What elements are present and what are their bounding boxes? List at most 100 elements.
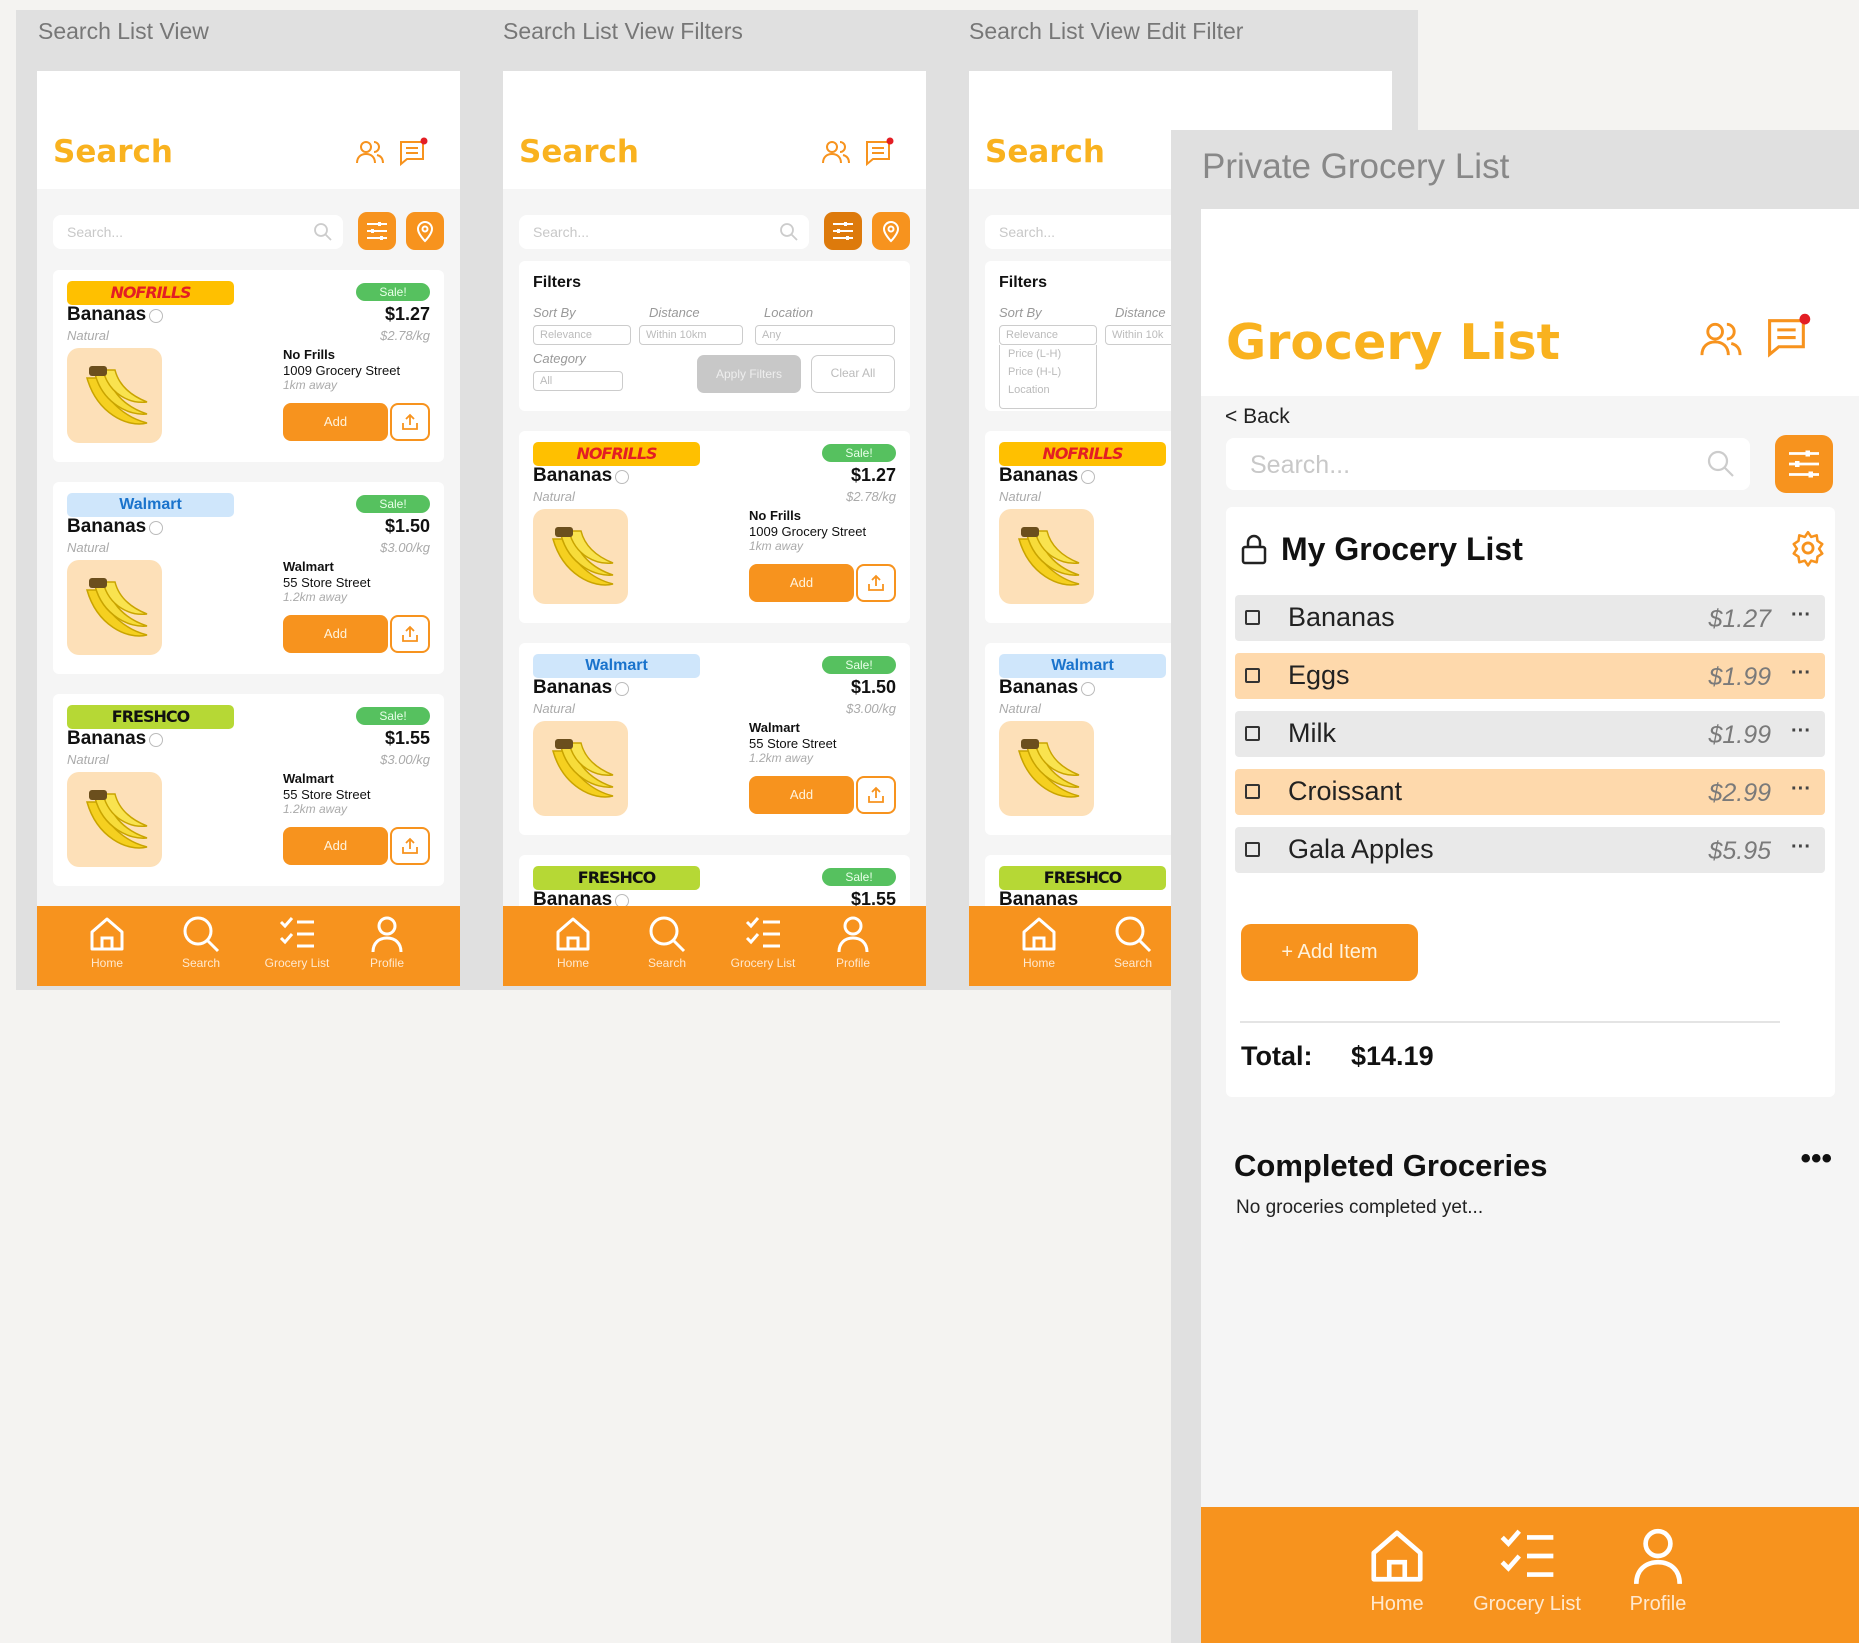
info-icon[interactable] [149,733,163,747]
filter-button[interactable] [1775,435,1833,493]
add-item-button[interactable]: + Add Item [1241,924,1418,981]
friends-icon[interactable] [821,137,851,167]
frame-label-edit-filter-view: Search List View Edit Filter [969,18,1244,44]
product-price: $1.27 [384,304,430,324]
item-checkbox[interactable] [1245,610,1260,625]
banana-image [999,721,1094,816]
back-link[interactable]: < Back [1225,405,1290,429]
sort-select[interactable]: Relevance [999,325,1097,345]
page-title: Search [519,134,640,170]
item-checkbox[interactable] [1245,784,1260,799]
share-button[interactable] [390,827,430,865]
info-icon[interactable] [1081,470,1095,484]
apply-filters-button[interactable]: Apply Filters [697,355,801,393]
frame-label-list-view: Search List View [38,18,209,44]
add-button[interactable]: Add [283,615,388,653]
location-button[interactable] [406,212,444,250]
store-address: 55 Store Street [283,787,371,802]
add-button[interactable]: Add [283,827,388,865]
share-button[interactable] [856,564,896,602]
share-button[interactable] [390,615,430,653]
item-more-icon[interactable]: ··· [1791,720,1811,743]
store-name: Walmart [749,720,800,735]
nav-home[interactable]: Home [528,914,618,970]
item-more-icon[interactable]: ··· [1791,778,1811,801]
search-icon [1707,450,1734,477]
sliders-icon [1789,450,1819,478]
list-item[interactable]: Croissant $2.99 ··· [1235,769,1825,815]
completed-more-icon[interactable]: ••• [1800,1142,1832,1176]
category-select[interactable]: All [533,371,623,391]
item-more-icon[interactable]: ··· [1791,604,1811,627]
unit-price: $3.00/kg [380,752,430,767]
item-checkbox[interactable] [1245,726,1260,741]
sort-option[interactable]: Price (L-H) [1000,345,1096,363]
gear-icon[interactable] [1789,529,1827,567]
nav-profile[interactable]: Profile [808,914,898,970]
search-input[interactable]: Search... [53,215,343,249]
nav-home[interactable]: Home [62,914,152,970]
nav-grocery-list[interactable]: Grocery List [718,914,808,970]
item-checkbox[interactable] [1245,668,1260,683]
nav-home[interactable]: Home [994,914,1084,970]
filter-button[interactable] [824,212,862,250]
product-price: $1.50 [384,516,430,536]
search-icon [183,916,220,953]
nav-search[interactable]: Search [1088,914,1178,970]
sort-option[interactable]: Location [1000,381,1096,399]
store-distance: 1.2km away [749,751,814,765]
sale-badge: Sale! [822,868,896,886]
info-icon[interactable] [149,521,163,535]
list-item[interactable]: Gala Apples $5.95 ··· [1235,827,1825,873]
page-title: Grocery List [1226,314,1561,371]
add-button[interactable]: Add [283,403,388,441]
info-icon[interactable] [615,682,629,696]
item-checkbox[interactable] [1245,842,1260,857]
nav-grocery-list[interactable]: Grocery List [1457,1525,1597,1616]
info-icon[interactable] [1081,682,1095,696]
share-button[interactable] [390,403,430,441]
add-button[interactable]: Add [749,564,854,602]
item-more-icon[interactable]: ··· [1791,836,1811,859]
nav-search[interactable]: Search [156,914,246,970]
info-icon[interactable] [615,470,629,484]
clear-all-button[interactable]: Clear All [811,355,895,393]
nav-search[interactable]: Search [622,914,712,970]
sort-option[interactable]: Price (H-L) [1000,363,1096,381]
location-select[interactable]: Any [755,325,895,345]
sort-select[interactable]: Relevance [533,325,631,345]
share-button[interactable] [856,776,896,814]
add-button[interactable]: Add [749,776,854,814]
friends-icon[interactable] [355,137,385,167]
item-more-icon[interactable]: ··· [1791,662,1811,685]
messages-icon[interactable] [1765,313,1811,359]
list-item[interactable]: Bananas $1.27 ··· [1235,595,1825,641]
list-item[interactable]: Milk $1.99 ··· [1235,711,1825,757]
frame-label-filters-view: Search List View Filters [503,18,743,44]
friends-icon[interactable] [1699,317,1743,361]
nav-home[interactable]: Home [1327,1525,1467,1616]
store-logo: Walmart [67,493,234,517]
nav-profile[interactable]: Profile [342,914,432,970]
phone-search-filters-view: Search Search... Filters Sort By Distanc… [503,71,926,986]
sort-label: Sort By [999,305,1042,320]
banana-image [533,509,628,604]
sliders-icon [833,222,853,240]
bottom-nav: Home Search Grocery List Profile [37,906,460,986]
nav-grocery-list[interactable]: Grocery List [252,914,342,970]
search-input[interactable]: Search... [1226,438,1750,490]
distance-select[interactable]: Within 10km [639,325,743,345]
list-item[interactable]: Eggs $1.99 ··· [1235,653,1825,699]
product-card: NOFRILLS Sale! Bananas Natural $1.27 $2.… [519,431,910,623]
search-input[interactable]: Search... [519,215,809,249]
banana-image [67,560,162,655]
filter-button[interactable] [358,212,396,250]
nav-profile[interactable]: Profile [1588,1525,1728,1616]
product-name: Bananas [999,465,1079,486]
phone-grocery-list: Grocery List < Back Search... My Grocery… [1201,209,1859,1643]
messages-icon[interactable] [864,137,894,167]
info-icon[interactable] [149,309,163,323]
share-icon [402,837,418,854]
location-button[interactable] [872,212,910,250]
messages-icon[interactable] [398,137,428,167]
